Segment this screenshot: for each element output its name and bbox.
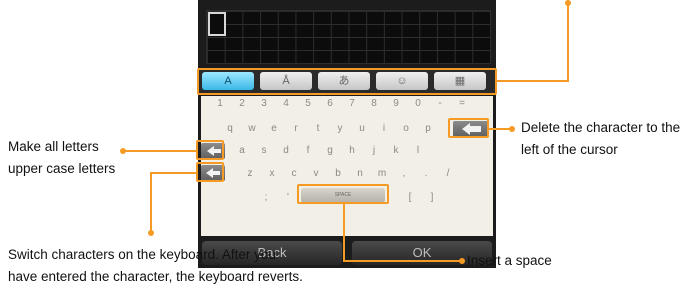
key[interactable]: z [241, 168, 259, 179]
switch-callout: Switch characters on the keyboard. After… [8, 244, 303, 288]
key[interactable]: y [331, 123, 349, 134]
key[interactable]: l [409, 145, 427, 156]
keyboard-z-row: z x c v b n m , . / [201, 168, 493, 182]
key[interactable]: / [439, 168, 457, 179]
switch-callout-line1: Switch characters on the keyboard. After… [8, 247, 276, 262]
shift-highlight [196, 162, 224, 182]
key[interactable]: 4 [277, 98, 295, 109]
switch-callout-line [150, 172, 152, 234]
key[interactable]: 1 [211, 98, 229, 109]
key[interactable]: i [375, 123, 393, 134]
keyboard-a-row: a s d f g h j k l [201, 145, 493, 159]
delete-callout-line1: Delete the character to the [521, 120, 681, 135]
key[interactable]: ] [423, 192, 441, 203]
key[interactable]: f [299, 145, 317, 156]
text-cursor [208, 12, 226, 36]
key[interactable]: h [343, 145, 361, 156]
callout-dot [148, 230, 154, 236]
key[interactable]: e [265, 123, 283, 134]
caps-callout-line [124, 150, 196, 152]
key[interactable]: 8 [365, 98, 383, 109]
key[interactable]: j [365, 145, 383, 156]
key[interactable]: u [353, 123, 371, 134]
key[interactable]: , [395, 168, 413, 179]
on-screen-keyboard: 1 2 3 4 5 6 7 8 9 0 - = q w e r t y u i … [201, 96, 493, 236]
key[interactable]: ' [279, 192, 297, 203]
space-highlight [297, 184, 389, 204]
key[interactable]: g [321, 145, 339, 156]
key[interactable]: k [387, 145, 405, 156]
space-callout-line [343, 204, 345, 262]
delete-callout: Delete the character to the left of the … [521, 117, 680, 161]
key[interactable]: n [351, 168, 369, 179]
key[interactable]: s [255, 145, 273, 156]
key[interactable]: 3 [255, 98, 273, 109]
key[interactable]: o [397, 123, 415, 134]
callout-dot [459, 258, 465, 264]
key[interactable]: r [287, 123, 305, 134]
switch-callout-line2: have entered the character, the keyboard… [8, 269, 303, 284]
key[interactable]: 6 [321, 98, 339, 109]
key[interactable]: ; [257, 192, 275, 203]
delete-callout-line2: left of the cursor [521, 142, 618, 157]
key[interactable]: a [233, 145, 251, 156]
key[interactable]: 7 [343, 98, 361, 109]
key[interactable]: [ [401, 192, 419, 203]
key[interactable]: - [431, 98, 449, 109]
key[interactable]: c [285, 168, 303, 179]
callout-dot [509, 126, 515, 132]
key[interactable]: = [453, 98, 471, 109]
space-callout: Insert a space [467, 253, 552, 268]
caps-callout-line2: upper case letters [8, 161, 116, 176]
switch-callout-line [150, 172, 196, 174]
key[interactable]: p [419, 123, 437, 134]
key[interactable]: m [373, 168, 391, 179]
callout-dot [120, 148, 126, 154]
text-input-grid[interactable] [206, 10, 491, 64]
key[interactable]: t [309, 123, 327, 134]
key[interactable]: . [417, 168, 435, 179]
key[interactable]: 5 [299, 98, 317, 109]
tabs-callout-line [567, 0, 569, 82]
key[interactable]: b [329, 168, 347, 179]
key[interactable]: 9 [387, 98, 405, 109]
key[interactable]: w [243, 123, 261, 134]
backspace-highlight [448, 118, 489, 138]
caps-highlight [196, 140, 224, 160]
key[interactable]: v [307, 168, 325, 179]
key[interactable]: d [277, 145, 295, 156]
tabs-callout-line [497, 80, 569, 82]
key[interactable]: 2 [233, 98, 251, 109]
caps-callout: Make all letters upper case letters [8, 136, 115, 180]
caps-callout-line1: Make all letters [8, 139, 99, 154]
key[interactable]: 0 [409, 98, 427, 109]
keyboard-number-row: 1 2 3 4 5 6 7 8 9 0 - = [201, 98, 493, 112]
tabs-highlight [197, 68, 497, 95]
callout-dot [565, 0, 571, 6]
key[interactable]: x [263, 168, 281, 179]
space-callout-line [343, 260, 461, 262]
key[interactable]: q [221, 123, 239, 134]
delete-callout-line [489, 128, 511, 130]
